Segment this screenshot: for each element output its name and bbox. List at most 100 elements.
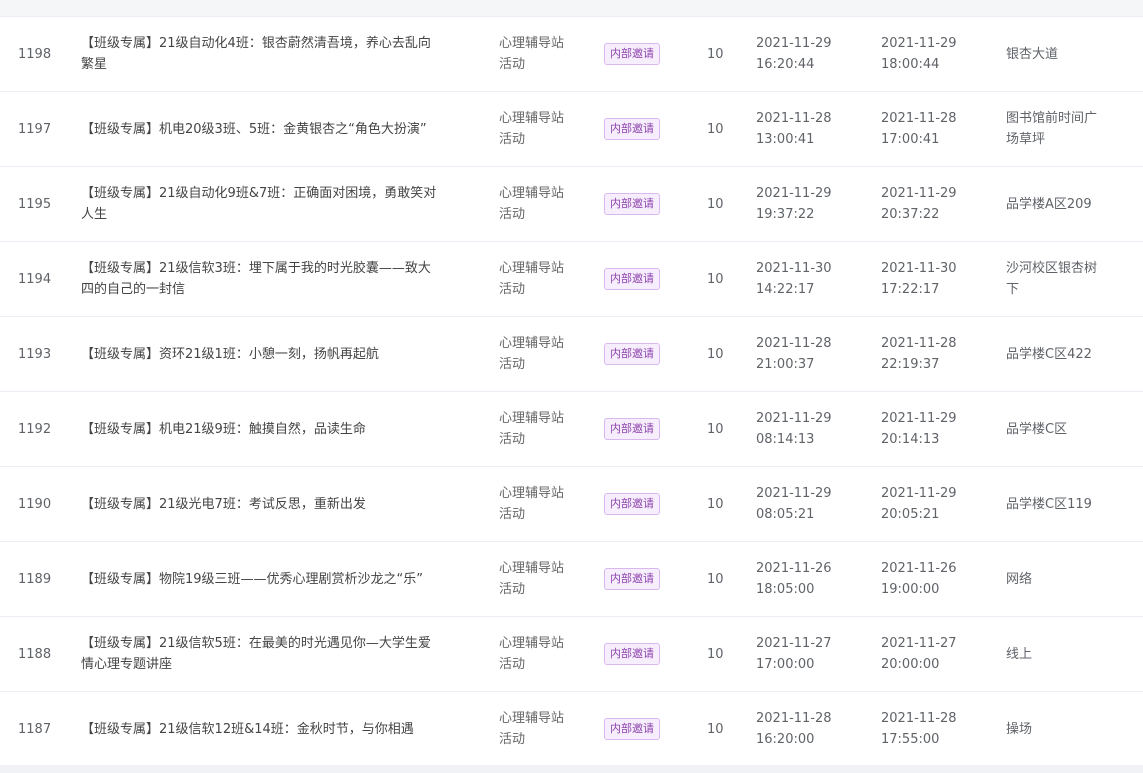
activity-location: 线上: [1006, 617, 1128, 691]
activity-id: 1198: [18, 46, 52, 62]
activity-start-time: 2021-11-26 18:05:00: [756, 542, 866, 616]
table-row[interactable]: 1194 【班级专属】21级信软3班：埋下属于我的时光胶囊——致大 四的自己的一封…: [0, 242, 1143, 317]
activity-title[interactable]: 【班级专属】21级信软3班：埋下属于我的时光胶囊——致大 四的自己的一封信: [81, 242, 471, 316]
internal-invite-badge: 内部邀请: [604, 718, 660, 740]
activity-title[interactable]: 【班级专属】21级自动化4班：银杏蔚然清吾境，养心去乱向 繁星: [81, 17, 471, 91]
cell-line: 20:00:00: [881, 657, 940, 672]
activity-id: 1190: [18, 496, 52, 512]
cell-line: 17:00:41: [881, 132, 940, 147]
activity-type: 心理辅导站 活动: [499, 17, 589, 91]
table-row[interactable]: 1195 【班级专属】21级自动化9班&7班：正确面对困境，勇敢笑对 人生 心理辅…: [0, 167, 1143, 242]
internal-invite-badge: 内部邀请: [604, 43, 660, 65]
cell-line: 心理辅导站: [499, 411, 565, 426]
cell-line: 2021-11-26: [881, 561, 957, 576]
activity-start-time: 2021-11-27 17:00:00: [756, 617, 866, 691]
activity-type: 心理辅导站 活动: [499, 242, 589, 316]
cell-line: 13:00:41: [756, 132, 815, 147]
cell-line: 2021-11-28: [881, 711, 957, 726]
activity-location: 品学楼C区422: [1006, 317, 1128, 391]
activity-type: 心理辅导站 活动: [499, 167, 589, 241]
activity-title[interactable]: 【班级专属】21级光电7班：考试反思，重新出发: [81, 467, 471, 541]
table-row[interactable]: 1193 【班级专属】资环21级1班：小憩一刻，扬帆再起航 心理辅导站 活动 内部…: [0, 317, 1143, 392]
cell-line: 人生: [81, 207, 108, 222]
table-row[interactable]: 1189 【班级专属】物院19级三班——优秀心理剧赏析沙龙之“乐” 心理辅导站活…: [0, 542, 1143, 617]
activity-end-time: 2021-11-29 20:05:21: [881, 467, 991, 541]
cell-line: 情心理专题讲座: [81, 657, 173, 672]
activity-capacity: 10: [707, 646, 724, 662]
activity-end-time: 2021-11-28 22:19:37: [881, 317, 991, 391]
activity-title[interactable]: 【班级专属】21级信软5班：在最美的时光遇见你—大学生爱 情心理专题讲座: [81, 617, 471, 691]
internal-invite-badge: 内部邀请: [604, 418, 660, 440]
table-row[interactable]: 1190 【班级专属】21级光电7班：考试反思，重新出发 心理辅导站 活动 内部邀…: [0, 467, 1143, 542]
activity-location: 银杏大道: [1006, 17, 1128, 91]
cell-line: 2021-11-29: [881, 36, 957, 51]
internal-invite-badge: 内部邀请: [604, 493, 660, 515]
cell-line: 17:55:00: [881, 732, 940, 747]
cell-line: 2021-11-28: [756, 711, 832, 726]
cell-line: 2021-11-29: [756, 486, 832, 501]
cell-line: 四的自己的一封信: [81, 282, 186, 297]
table-row[interactable]: 1197 【班级专属】机电20级3班、5班：金黄银杏之“角色大扮演” 心理辅导站…: [0, 92, 1143, 167]
internal-invite-badge: 内部邀请: [604, 568, 660, 590]
cell-line: 活动: [499, 207, 526, 222]
activity-type: 心理辅导站 活动: [499, 542, 589, 616]
activity-end-time: 2021-11-29 20:37:22: [881, 167, 991, 241]
cell-line: 19:37:22: [756, 207, 815, 222]
cell-line: 心理辅导站: [499, 636, 565, 651]
activity-id: 1187: [18, 721, 52, 737]
cell-line: 2021-11-26: [756, 561, 832, 576]
table-row[interactable]: 1192 【班级专属】机电21级9班：触摸自然，品读生命 心理辅导站 活动 内部邀…: [0, 392, 1143, 467]
activity-start-time: 2021-11-30 14:22:17: [756, 242, 866, 316]
cell-line: 心理辅导站: [499, 261, 565, 276]
activity-title[interactable]: 【班级专属】机电20级3班、5班：金黄银杏之“角色大扮演”: [81, 92, 471, 166]
activity-id: 1189: [18, 571, 52, 587]
activity-title[interactable]: 【班级专属】资环21级1班：小憩一刻，扬帆再起航: [81, 317, 471, 391]
table-row[interactable]: 1187 【班级专属】21级信软12班&14班：金秋时节，与你相遇 心理辅导站活…: [0, 692, 1143, 767]
cell-line: 图书馆前时间广: [1006, 111, 1098, 126]
activity-start-time: 2021-11-29 16:20:44: [756, 17, 866, 91]
activity-type: 心理辅导站 活动: [499, 467, 589, 541]
activity-capacity: 10: [707, 571, 724, 587]
activity-capacity: 10: [707, 271, 724, 287]
activity-start-time: 2021-11-29 19:37:22: [756, 167, 866, 241]
internal-invite-badge: 内部邀请: [604, 268, 660, 290]
internal-invite-badge: 内部邀请: [604, 343, 660, 365]
cell-line: 2021-11-29: [881, 411, 957, 426]
cell-line: 2021-11-27: [881, 636, 957, 651]
activity-end-time: 2021-11-30 17:22:17: [881, 242, 991, 316]
table-bottom-edge: [0, 765, 1143, 773]
cell-line: 18:00:44: [881, 57, 940, 72]
activity-type: 心理辅导站 活动: [499, 392, 589, 466]
cell-line: 2021-11-30: [881, 261, 957, 276]
cell-line: 活动: [499, 132, 526, 147]
cell-line: 活动: [499, 282, 526, 297]
activity-table: 1198 【班级专属】21级自动化4班：银杏蔚然清吾境，养心去乱向 繁星 心理辅导…: [0, 17, 1143, 767]
cell-line: 21:00:37: [756, 357, 815, 372]
cell-line: 【班级专属】21级光电7班：考试反思，重新出发: [81, 496, 366, 512]
activity-location: 图书馆前时间广 场草坪: [1006, 92, 1128, 166]
cell-line: 22:19:37: [881, 357, 940, 372]
cell-line: 08:05:21: [756, 507, 815, 522]
cell-line: 活动: [499, 507, 526, 522]
cell-line: 17:00:00: [756, 657, 815, 672]
activity-title[interactable]: 【班级专属】21级自动化9班&7班：正确面对困境，勇敢笑对 人生: [81, 167, 471, 241]
activity-title[interactable]: 【班级专属】物院19级三班——优秀心理剧赏析沙龙之“乐”: [81, 542, 471, 616]
internal-invite-badge: 内部邀请: [604, 643, 660, 665]
activity-type: 心理辅导站 活动: [499, 92, 589, 166]
cell-line: 【班级专属】机电20级3班、5班：金黄银杏之“角色大扮演”: [81, 121, 427, 137]
activity-start-time: 2021-11-28 16:20:00: [756, 692, 866, 766]
activity-title[interactable]: 【班级专属】21级信软12班&14班：金秋时节，与你相遇: [81, 692, 471, 766]
cell-line: 活动: [499, 582, 526, 597]
cell-line: 心理辅导站: [499, 111, 565, 126]
activity-capacity: 10: [707, 721, 724, 737]
table-row[interactable]: 1188 【班级专属】21级信软5班：在最美的时光遇见你—大学生爱 情心理专题讲座…: [0, 617, 1143, 692]
activity-title[interactable]: 【班级专属】机电21级9班：触摸自然，品读生命: [81, 392, 471, 466]
activity-end-time: 2021-11-26 19:00:00: [881, 542, 991, 616]
cell-line: 2021-11-28: [756, 336, 832, 351]
cell-line: 活动: [499, 732, 526, 747]
cell-line: 心理辅导站: [499, 561, 565, 576]
internal-invite-badge: 内部邀请: [604, 118, 660, 140]
activity-location: 品学楼C区: [1006, 392, 1128, 466]
table-row[interactable]: 1198 【班级专属】21级自动化4班：银杏蔚然清吾境，养心去乱向 繁星 心理辅导…: [0, 17, 1143, 92]
activity-location: 网络: [1006, 542, 1128, 616]
